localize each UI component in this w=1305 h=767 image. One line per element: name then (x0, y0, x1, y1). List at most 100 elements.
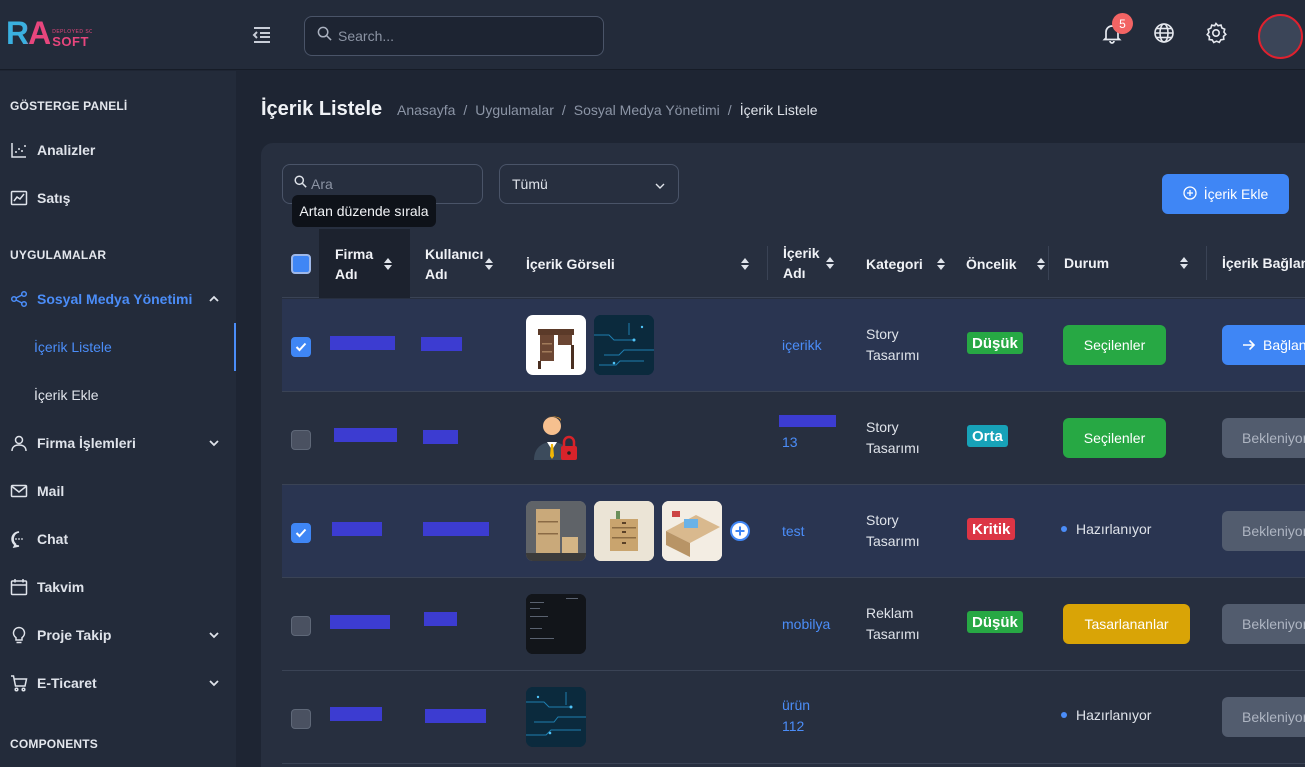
sidebar-item-analizler[interactable]: Analizler (0, 126, 236, 174)
sidebar-item-sosyal-medya[interactable]: Sosyal Medya Yönetimi (0, 275, 236, 323)
globe-icon[interactable] (1152, 21, 1176, 45)
breadcrumb-apps[interactable]: Uygulamalar (475, 102, 554, 118)
pending-button[interactable]: Bekleniyor (1222, 697, 1305, 737)
logo-mark: RA (6, 15, 51, 51)
table-header: Firma Adı Kullanıcı Adı İçerik Görseli İçe… (282, 229, 1305, 298)
th-label: Kategori (866, 255, 923, 272)
th-firma[interactable]: Firma Adı (319, 229, 410, 298)
select-all-checkbox[interactable] (291, 253, 311, 274)
th-label: Adı (425, 265, 448, 282)
content-name-link[interactable]: test (782, 521, 805, 542)
top-bar: RA DEPLOYED SOMEWHERE IN THE FUTURE SOFT… (0, 0, 1305, 70)
add-image-icon[interactable] (730, 521, 750, 541)
global-search[interactable] (304, 16, 604, 56)
sidebar-item-takvim[interactable]: Takvim (0, 563, 236, 611)
link-button[interactable]: Bağlantı (1222, 325, 1305, 365)
sort-icon (484, 256, 494, 272)
th-kategori[interactable]: Kategori (866, 229, 966, 298)
th-gorsel[interactable]: İçerik Görseli (526, 229, 756, 298)
sidebar-item-label: Analizler (37, 142, 96, 158)
table-row[interactable]: 13 Story Tasarımı Orta Seçilenler Bekleni… (282, 392, 1305, 485)
th-kullanici[interactable]: Kullanıcı Adı (410, 229, 500, 298)
sidebar-item-satis[interactable]: Satış (0, 174, 236, 222)
content-thumbnail[interactable] (662, 501, 722, 561)
menu-toggle-icon[interactable] (250, 23, 274, 45)
pending-button[interactable]: Bekleniyor (1222, 511, 1305, 551)
sidebar-item-label: E-Ticaret (37, 675, 97, 691)
breadcrumb-social[interactable]: Sosyal Medya Yönetimi (574, 102, 720, 118)
content-thumbnail[interactable] (526, 408, 586, 468)
user-avatar[interactable] (1258, 14, 1303, 59)
add-content-button[interactable]: İçerik Ekle (1162, 174, 1289, 214)
gear-icon[interactable] (1204, 21, 1228, 45)
arrow-right-icon (1242, 339, 1256, 351)
breadcrumb-home[interactable]: Anasayfa (397, 102, 455, 118)
category: Story Tasarımı (866, 512, 920, 549)
redacted-firma (330, 707, 382, 721)
chevron-up-icon (208, 292, 220, 304)
status-indicator: Hazırlanıyor (1061, 521, 1151, 537)
pending-button[interactable]: Bekleniyor (1222, 418, 1305, 458)
th-durum[interactable]: Durum (1048, 246, 1198, 280)
sidebar-item-mail[interactable]: Mail (0, 467, 236, 515)
global-search-input[interactable] (338, 28, 588, 44)
sidebar-item-proje-takip[interactable]: Proje Takip (0, 611, 236, 659)
logo[interactable]: RA DEPLOYED SOMEWHERE IN THE FUTURE SOFT (6, 16, 92, 50)
row-checkbox[interactable] (291, 430, 311, 450)
row-checkbox[interactable] (291, 709, 311, 729)
sidebar-item-firma-islemleri[interactable]: Firma İşlemleri (0, 419, 236, 467)
row-checkbox[interactable] (291, 616, 311, 636)
status-button[interactable]: Seçilenler (1063, 418, 1166, 458)
status-button[interactable]: Seçilenler (1063, 325, 1166, 365)
breadcrumb: Anasayfa / Uygulamalar / Sosyal Medya Yö… (397, 102, 818, 118)
content-thumbnail[interactable] (526, 687, 586, 747)
chat-icon (10, 530, 28, 548)
calendar-icon (10, 578, 28, 596)
breadcrumb-separator: / (463, 102, 468, 118)
row-checkbox[interactable] (291, 523, 311, 543)
table-row[interactable]: mobilya Reklam Tasarımı Düşük Tasarlananl… (282, 578, 1305, 671)
mail-icon (10, 482, 28, 500)
table-search-input[interactable] (311, 176, 471, 192)
content-thumbnail[interactable] (594, 501, 654, 561)
redacted-kullanici (423, 430, 458, 444)
priority-badge: Orta (967, 425, 1008, 447)
content-thumbnail[interactable] (526, 594, 586, 654)
sidebar-subitem-icerik-listele[interactable]: İçerik Listele (0, 323, 236, 371)
sidebar-item-label: Sosyal Medya Yönetimi (37, 291, 193, 307)
table-row[interactable]: ürün 112 Hazırlanıyor Bekleniyor (282, 671, 1305, 764)
chevron-down-icon (208, 436, 220, 448)
table-row[interactable]: test Story Tasarımı Kritik Hazırlanıyor B… (282, 485, 1305, 578)
th-icerik[interactable]: İçerik Adı (767, 245, 837, 281)
content-name-link[interactable]: içerikk (782, 335, 822, 356)
th-baglanti[interactable]: İçerik Bağlantısı (1206, 246, 1305, 280)
category: Story Tasarımı (866, 326, 920, 363)
status-button[interactable]: Tasarlananlar (1063, 604, 1190, 644)
th-label: Adı (335, 265, 358, 282)
priority-badge: Kritik (967, 518, 1016, 540)
sidebar-subitem-icerik-ekle[interactable]: İçerik Ekle (0, 371, 236, 419)
sidebar-item-e-ticaret[interactable]: E-Ticaret (0, 659, 236, 707)
content-name-link[interactable]: 13 (782, 432, 798, 453)
redacted-kullanici (423, 522, 489, 536)
content-thumbnail[interactable] (526, 501, 586, 561)
select-all-cell (291, 229, 311, 298)
pending-button[interactable]: Bekleniyor (1222, 604, 1305, 644)
content-name-link[interactable]: mobilya (782, 614, 830, 635)
th-label: Öncelik (966, 255, 1017, 272)
sidebar-item-chat[interactable]: Chat (0, 515, 236, 563)
status-filter-value: Tümü (512, 176, 548, 192)
status-filter-select[interactable]: Tümü (499, 164, 679, 204)
th-oncelik[interactable]: Öncelik (966, 229, 1046, 298)
table-row[interactable]: içerikk Story Tasarımı Düşük Seçilenler B… (282, 299, 1305, 392)
priority-badge: Düşük (967, 611, 1023, 633)
row-checkbox[interactable] (291, 337, 311, 357)
chevron-down-icon (654, 179, 666, 191)
content-thumbnail[interactable] (526, 315, 586, 375)
content-thumbnail[interactable] (594, 315, 654, 375)
chevron-down-icon (208, 628, 220, 640)
content-card: Tümü İçerik Ekle Artan düzende sırala Fi… (261, 143, 1305, 767)
content-name-link[interactable]: ürün 112 (782, 695, 810, 737)
logo-text: SOFT (52, 34, 89, 49)
add-content-label: İçerik Ekle (1203, 186, 1269, 202)
